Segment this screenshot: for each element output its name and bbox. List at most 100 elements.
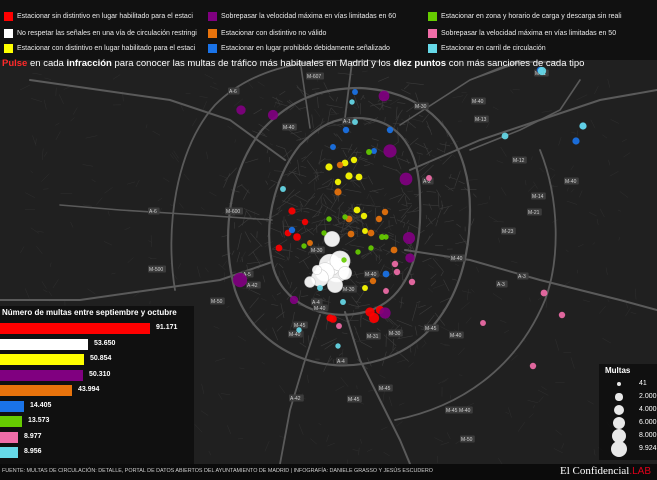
- map-point-yellow[interactable]: [353, 206, 361, 214]
- map-point-green[interactable]: [366, 149, 372, 155]
- legend-swatch: [4, 43, 13, 53]
- map-point-blue[interactable]: [386, 126, 394, 134]
- map-point-orange[interactable]: [381, 208, 389, 216]
- map-point-yellow[interactable]: [345, 172, 353, 180]
- bar-row[interactable]: 8.977: [0, 431, 194, 443]
- size-legend-label: 9.924: [639, 445, 657, 452]
- legend-item[interactable]: Estacionar sin distintivo en lugar habil…: [4, 10, 200, 22]
- map-point-red[interactable]: [368, 312, 380, 324]
- map-point-pink[interactable]: [426, 175, 432, 181]
- headline-part1: en cada: [27, 58, 67, 69]
- map-point-orange[interactable]: [307, 240, 313, 246]
- bar-row[interactable]: 13.573: [0, 416, 194, 427]
- map-point-purple[interactable]: [383, 144, 397, 158]
- map-point-pink[interactable]: [529, 362, 537, 370]
- map-point-blue[interactable]: [342, 126, 350, 134]
- map-point-green[interactable]: [321, 230, 327, 236]
- map-point-yellow[interactable]: [325, 163, 333, 171]
- map-point-purple[interactable]: [399, 172, 413, 186]
- map-point-pink[interactable]: [336, 323, 342, 329]
- map-point-red[interactable]: [301, 218, 309, 226]
- map-point-orange[interactable]: [375, 215, 383, 223]
- bar-row[interactable]: 91.171: [0, 323, 194, 334]
- road-label: M-40: [459, 408, 471, 414]
- legend-item[interactable]: Estacionar en lugar prohibido debidament…: [208, 42, 420, 54]
- bar-row[interactable]: 14.405: [0, 400, 194, 412]
- map-point-pink[interactable]: [383, 288, 389, 294]
- legend-item[interactable]: Estacionar en carril de circulación: [428, 42, 653, 54]
- map-point-pink[interactable]: [540, 289, 548, 297]
- legend-item[interactable]: Estacionar en zona y horario de carga y …: [428, 10, 653, 22]
- map-point-blue[interactable]: [382, 270, 390, 278]
- map-point-white[interactable]: [338, 266, 352, 280]
- map-point-purple[interactable]: [402, 231, 416, 245]
- map-point-white[interactable]: [324, 231, 340, 247]
- map-point-orange[interactable]: [369, 277, 377, 285]
- map-point-red[interactable]: [288, 207, 296, 215]
- map-point-purple[interactable]: [289, 295, 299, 305]
- legend-item[interactable]: Sobrepasar la velocidad máxima en vías l…: [428, 27, 653, 39]
- map-point-yellow[interactable]: [350, 156, 358, 164]
- map-point-orange[interactable]: [336, 161, 344, 169]
- map-point-cyan[interactable]: [501, 132, 509, 140]
- bar-row[interactable]: 50.310: [0, 369, 194, 381]
- map-point-blue[interactable]: [572, 137, 580, 145]
- map-point-green[interactable]: [326, 216, 332, 222]
- map-point-green[interactable]: [355, 249, 361, 255]
- map-point-green[interactable]: [342, 214, 348, 220]
- bar-value: 8.977: [24, 432, 42, 440]
- map-point-pink[interactable]: [391, 260, 399, 268]
- map-point-pink[interactable]: [480, 320, 486, 326]
- map-point-cyan[interactable]: [340, 299, 346, 305]
- map-point-red[interactable]: [329, 315, 337, 323]
- map-point-blue[interactable]: [288, 226, 296, 234]
- brand-logo[interactable]: El Confidencial.LAB: [560, 465, 651, 477]
- bar-row[interactable]: 53.650: [0, 338, 194, 350]
- map-point-cyan[interactable]: [335, 343, 341, 349]
- map-point-cyan[interactable]: [352, 119, 358, 125]
- map-point-orange[interactable]: [390, 246, 398, 254]
- bar-row[interactable]: 50.854: [0, 354, 194, 365]
- map-point-orange[interactable]: [347, 230, 355, 238]
- map-point-purple[interactable]: [232, 272, 248, 288]
- map-point-purple[interactable]: [379, 307, 391, 319]
- map-point-orange[interactable]: [334, 188, 342, 196]
- map-point-red[interactable]: [275, 244, 283, 252]
- map-point-green[interactable]: [301, 243, 307, 249]
- map-point-yellow[interactable]: [360, 212, 368, 220]
- map-point-cyan[interactable]: [296, 327, 302, 333]
- legend-item[interactable]: No respetar las señales en una vía de ci…: [4, 27, 200, 39]
- map-point-green[interactable]: [368, 245, 374, 251]
- map-point-white[interactable]: [304, 276, 316, 288]
- map-point-cyan[interactable]: [317, 285, 323, 291]
- map-point-purple[interactable]: [267, 109, 279, 121]
- map-point-green[interactable]: [341, 257, 347, 263]
- map-point-orange[interactable]: [367, 229, 375, 237]
- map-point-pink[interactable]: [558, 311, 566, 319]
- map-point-cyan[interactable]: [579, 122, 587, 130]
- legend-item[interactable]: Sobrepasar la velocidad máxima en vías l…: [208, 10, 420, 22]
- map-point-blue[interactable]: [371, 148, 377, 154]
- map-point-blue[interactable]: [352, 89, 358, 95]
- map-point-blue[interactable]: [330, 144, 336, 150]
- map-point-purple[interactable]: [236, 105, 246, 115]
- map-point-pink[interactable]: [408, 278, 416, 286]
- map-point-white[interactable]: [312, 265, 322, 275]
- bar-row[interactable]: 43.994: [0, 385, 194, 396]
- map-point-yellow[interactable]: [334, 178, 342, 186]
- road-label: M-30: [415, 104, 427, 110]
- map-point-purple[interactable]: [405, 253, 415, 263]
- map-point-cyan[interactable]: [349, 99, 355, 105]
- legend-item[interactable]: Estacionar con distintivo en lugar habil…: [4, 42, 200, 54]
- map-point-cyan[interactable]: [280, 186, 286, 192]
- map-point-purple[interactable]: [378, 90, 390, 102]
- map-point-red[interactable]: [293, 233, 301, 241]
- map-point-pink[interactable]: [393, 268, 401, 276]
- map-point-yellow[interactable]: [362, 228, 368, 234]
- map-point-yellow[interactable]: [362, 285, 368, 291]
- legend-item[interactable]: Estacionar con distintivo no válido: [208, 27, 420, 39]
- bar-row[interactable]: 8.956: [0, 447, 194, 458]
- map-point-yellow[interactable]: [355, 173, 363, 181]
- map-point-white[interactable]: [327, 277, 343, 293]
- map-point-green[interactable]: [379, 234, 385, 240]
